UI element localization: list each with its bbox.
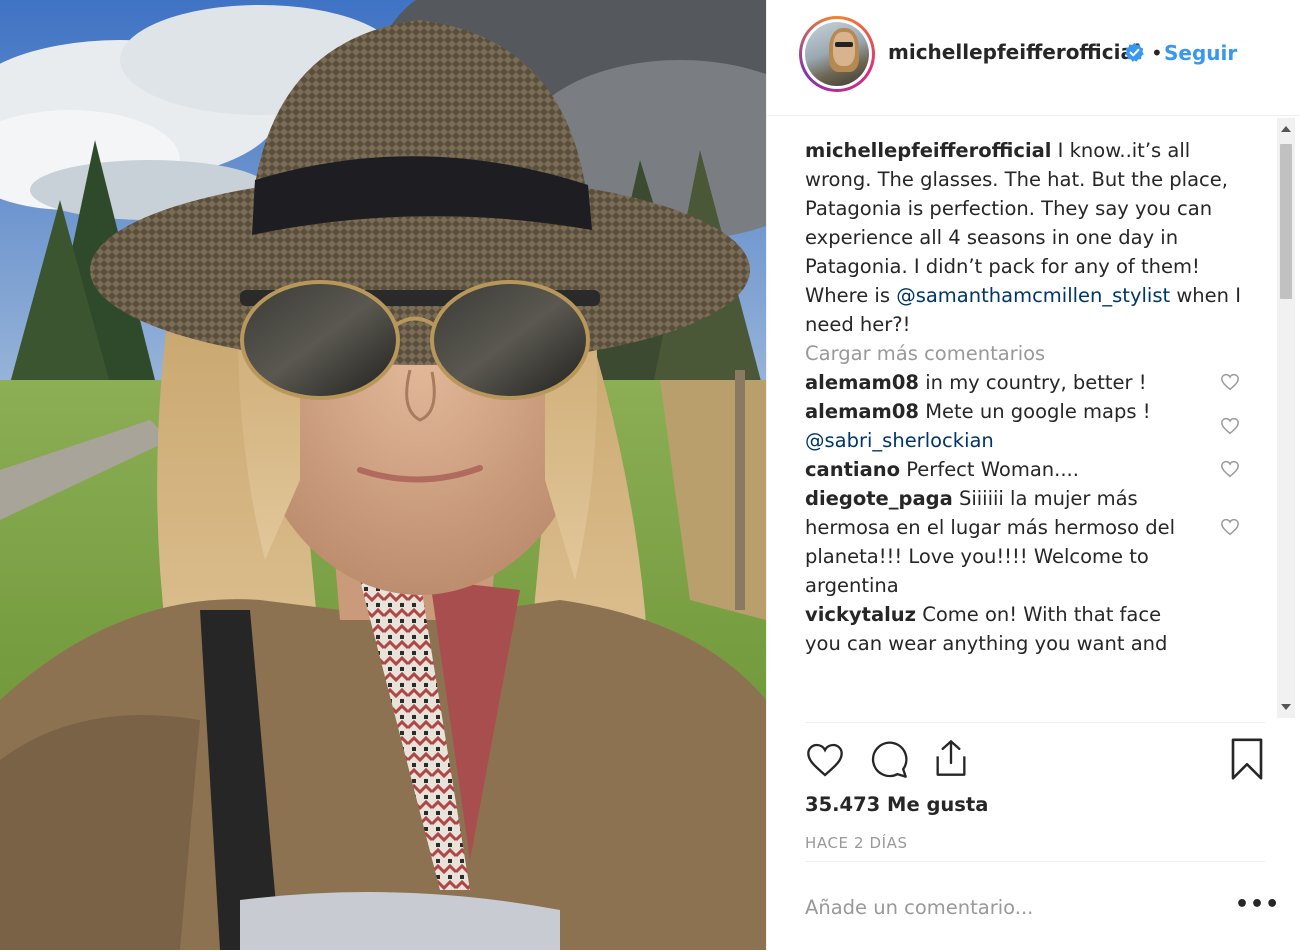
post-timestamp[interactable]: HACE 2 DÍAS: [805, 834, 908, 852]
post-photo[interactable]: [0, 0, 766, 950]
comments-list: michellepfeifferofficial I know..it’s al…: [805, 136, 1245, 721]
more-options-button[interactable]: •••: [1235, 892, 1280, 917]
comment-mention[interactable]: @sabri_sherlockian: [805, 429, 994, 452]
comment-item: vickytaluz Come on! With that face you c…: [805, 600, 1245, 658]
caption-mention[interactable]: @samanthamcmillen_stylist: [896, 284, 1170, 307]
post-header: michellepfeifferofficial • Seguir: [767, 0, 1300, 116]
post-side-panel: michellepfeifferofficial • Seguir michel…: [766, 0, 1300, 950]
header-username[interactable]: michellepfeifferofficial: [888, 40, 1141, 64]
comment-heart-icon[interactable]: [1220, 373, 1240, 391]
likes-count[interactable]: 35.473 Me gusta: [805, 793, 988, 816]
follow-button[interactable]: Seguir: [1164, 41, 1237, 65]
heart-icon[interactable]: [805, 741, 845, 779]
comment-heart-icon[interactable]: [1220, 518, 1240, 536]
add-comment-row: •••: [805, 861, 1279, 951]
comment-item: cantiano Perfect Woman....: [805, 455, 1245, 484]
comment-item: alemam08 in my country, better !: [805, 368, 1245, 397]
load-more-comments-button[interactable]: Cargar más comentarios: [805, 339, 1245, 368]
comment-text: Perfect Woman....: [900, 458, 1079, 481]
comment-item: diegote_paga Siiiiii la mujer más hermos…: [805, 484, 1245, 600]
comment-username[interactable]: diegote_paga: [805, 487, 953, 510]
comment-username[interactable]: cantiano: [805, 458, 900, 481]
avatar-glasses: [835, 42, 853, 47]
share-icon[interactable]: [931, 737, 971, 779]
comment-username[interactable]: alemam08: [805, 400, 919, 423]
comment-item: alemam08 Mete un google maps ! @sabri_sh…: [805, 397, 1245, 455]
avatar-face: [833, 32, 855, 66]
header-separator: •: [1151, 41, 1163, 65]
avatar[interactable]: [799, 16, 875, 92]
comment-username[interactable]: vickytaluz: [805, 603, 916, 626]
add-comment-input[interactable]: [805, 896, 1205, 919]
verified-badge-icon: [1125, 42, 1144, 62]
comment-heart-icon[interactable]: [1220, 417, 1240, 435]
avatar-frame: [802, 19, 872, 89]
post-caption: michellepfeifferofficial I know..it’s al…: [805, 136, 1245, 339]
bookmark-icon[interactable]: [1229, 738, 1265, 780]
selfie-image: [0, 0, 766, 950]
avatar-image: [805, 22, 869, 86]
comment-heart-icon[interactable]: [1220, 460, 1240, 478]
comments-scrollbar[interactable]: [1277, 118, 1295, 718]
caption-username[interactable]: michellepfeifferofficial: [805, 139, 1051, 162]
comment-text: in my country, better !: [919, 371, 1147, 394]
comment-icon[interactable]: [868, 740, 910, 780]
scroll-up-arrow-icon[interactable]: [1281, 126, 1291, 132]
scroll-down-arrow-icon[interactable]: [1281, 704, 1291, 710]
caption-text: I know..it’s all wrong. The glasses. The…: [805, 139, 1228, 307]
comment-text: Mete un google maps !: [919, 400, 1151, 423]
scrollbar-thumb[interactable]: [1280, 144, 1292, 299]
comment-username[interactable]: alemam08: [805, 371, 919, 394]
